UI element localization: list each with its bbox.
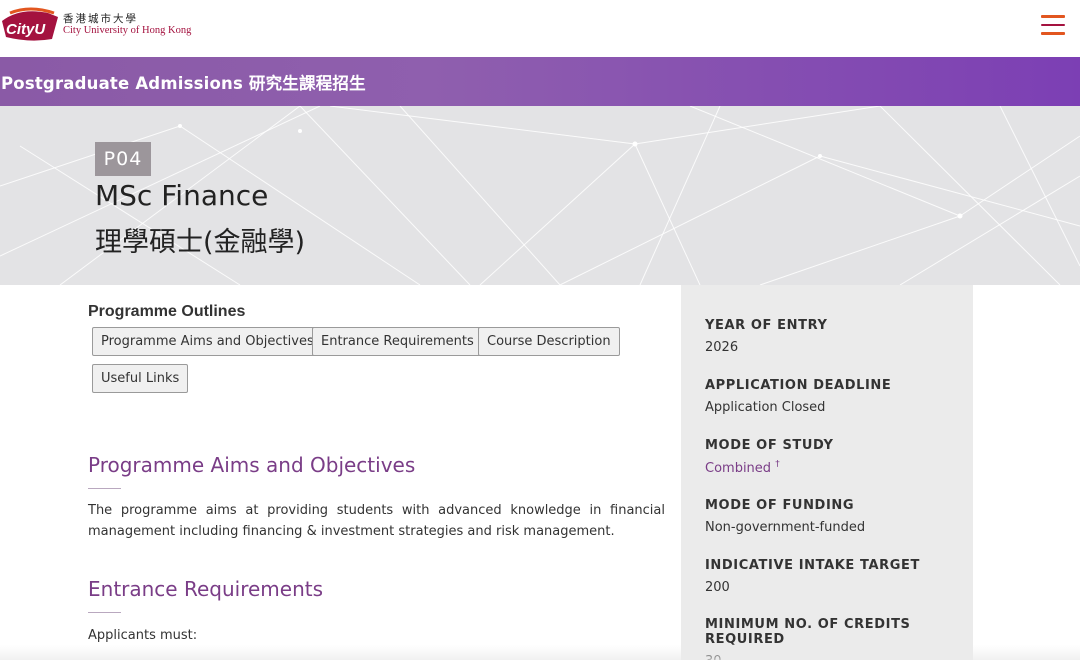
info-label: MODE OF STUDY	[705, 438, 834, 453]
svg-text:CityU: CityU	[6, 21, 46, 38]
info-year-of-entry: YEAR OF ENTRY 2026	[705, 318, 945, 355]
info-mode-of-study: MODE OF STUDY Combined †	[705, 438, 945, 476]
dagger-footnote-mark: †	[775, 460, 780, 470]
info-application-deadline: APPLICATION DEADLINE Application Closed	[705, 378, 945, 415]
info-label: MINIMUM NO. OF CREDITS REQUIRED	[705, 617, 911, 647]
band-title: Postgraduate Admissions 研究生課程招生	[1, 74, 366, 93]
section-heading-entrance: Entrance Requirements	[88, 577, 324, 601]
outline-button-aims[interactable]: Programme Aims and Objectives	[92, 327, 323, 356]
mode-of-study-link[interactable]: Combined †	[705, 460, 780, 476]
cityu-logo[interactable]: CityU 香港城市大學 City University of Hong Kon…	[0, 7, 191, 43]
section-divider	[88, 612, 121, 613]
cityu-logo-mark: CityU	[0, 7, 60, 43]
programme-title-english: MSc Finance	[95, 179, 269, 212]
section-heading-aims: Programme Aims and Objectives	[88, 453, 416, 477]
programme-code-badge: P04	[95, 142, 151, 176]
section-divider	[88, 488, 121, 489]
info-value: 200	[705, 580, 730, 595]
info-label: YEAR OF ENTRY	[705, 318, 828, 333]
info-label: MODE OF FUNDING	[705, 498, 855, 513]
info-intake-target: INDICATIVE INTAKE TARGET 200	[705, 558, 945, 595]
admissions-band: Postgraduate Admissions 研究生課程招生	[0, 57, 1080, 106]
outline-button-useful-links[interactable]: Useful Links	[92, 364, 189, 393]
top-header: CityU 香港城市大學 City University of Hong Kon…	[0, 0, 1080, 57]
logo-chinese-name: 香港城市大學	[63, 13, 138, 25]
info-label: INDICATIVE INTAKE TARGET	[705, 558, 920, 573]
programme-outlines-title: Programme Outlines	[88, 303, 246, 320]
info-value: Non-government-funded	[705, 520, 866, 535]
programme-title-chinese: 理學碩士(金融學)	[95, 227, 306, 258]
info-mode-of-funding: MODE OF FUNDING Non-government-funded	[705, 498, 945, 535]
programme-info-sidebar: YEAR OF ENTRY 2026 APPLICATION DEADLINE …	[681, 285, 973, 660]
entrance-paragraph: Applicants must:	[88, 628, 198, 643]
hamburger-icon[interactable]	[1041, 15, 1065, 35]
outline-button-course-description[interactable]: Course Description	[478, 327, 620, 356]
info-value: Application Closed	[705, 400, 826, 415]
bottom-fade	[0, 645, 1080, 660]
programme-hero: P04 MSc Finance 理學碩士(金融學)	[0, 106, 1080, 285]
info-value: 2026	[705, 340, 739, 355]
aims-paragraph: The programme aims at providing students…	[88, 503, 665, 539]
outline-button-entrance[interactable]: Entrance Requirements	[312, 327, 483, 356]
logo-english-name: City University of Hong Kong	[63, 25, 192, 36]
info-label: APPLICATION DEADLINE	[705, 378, 892, 393]
